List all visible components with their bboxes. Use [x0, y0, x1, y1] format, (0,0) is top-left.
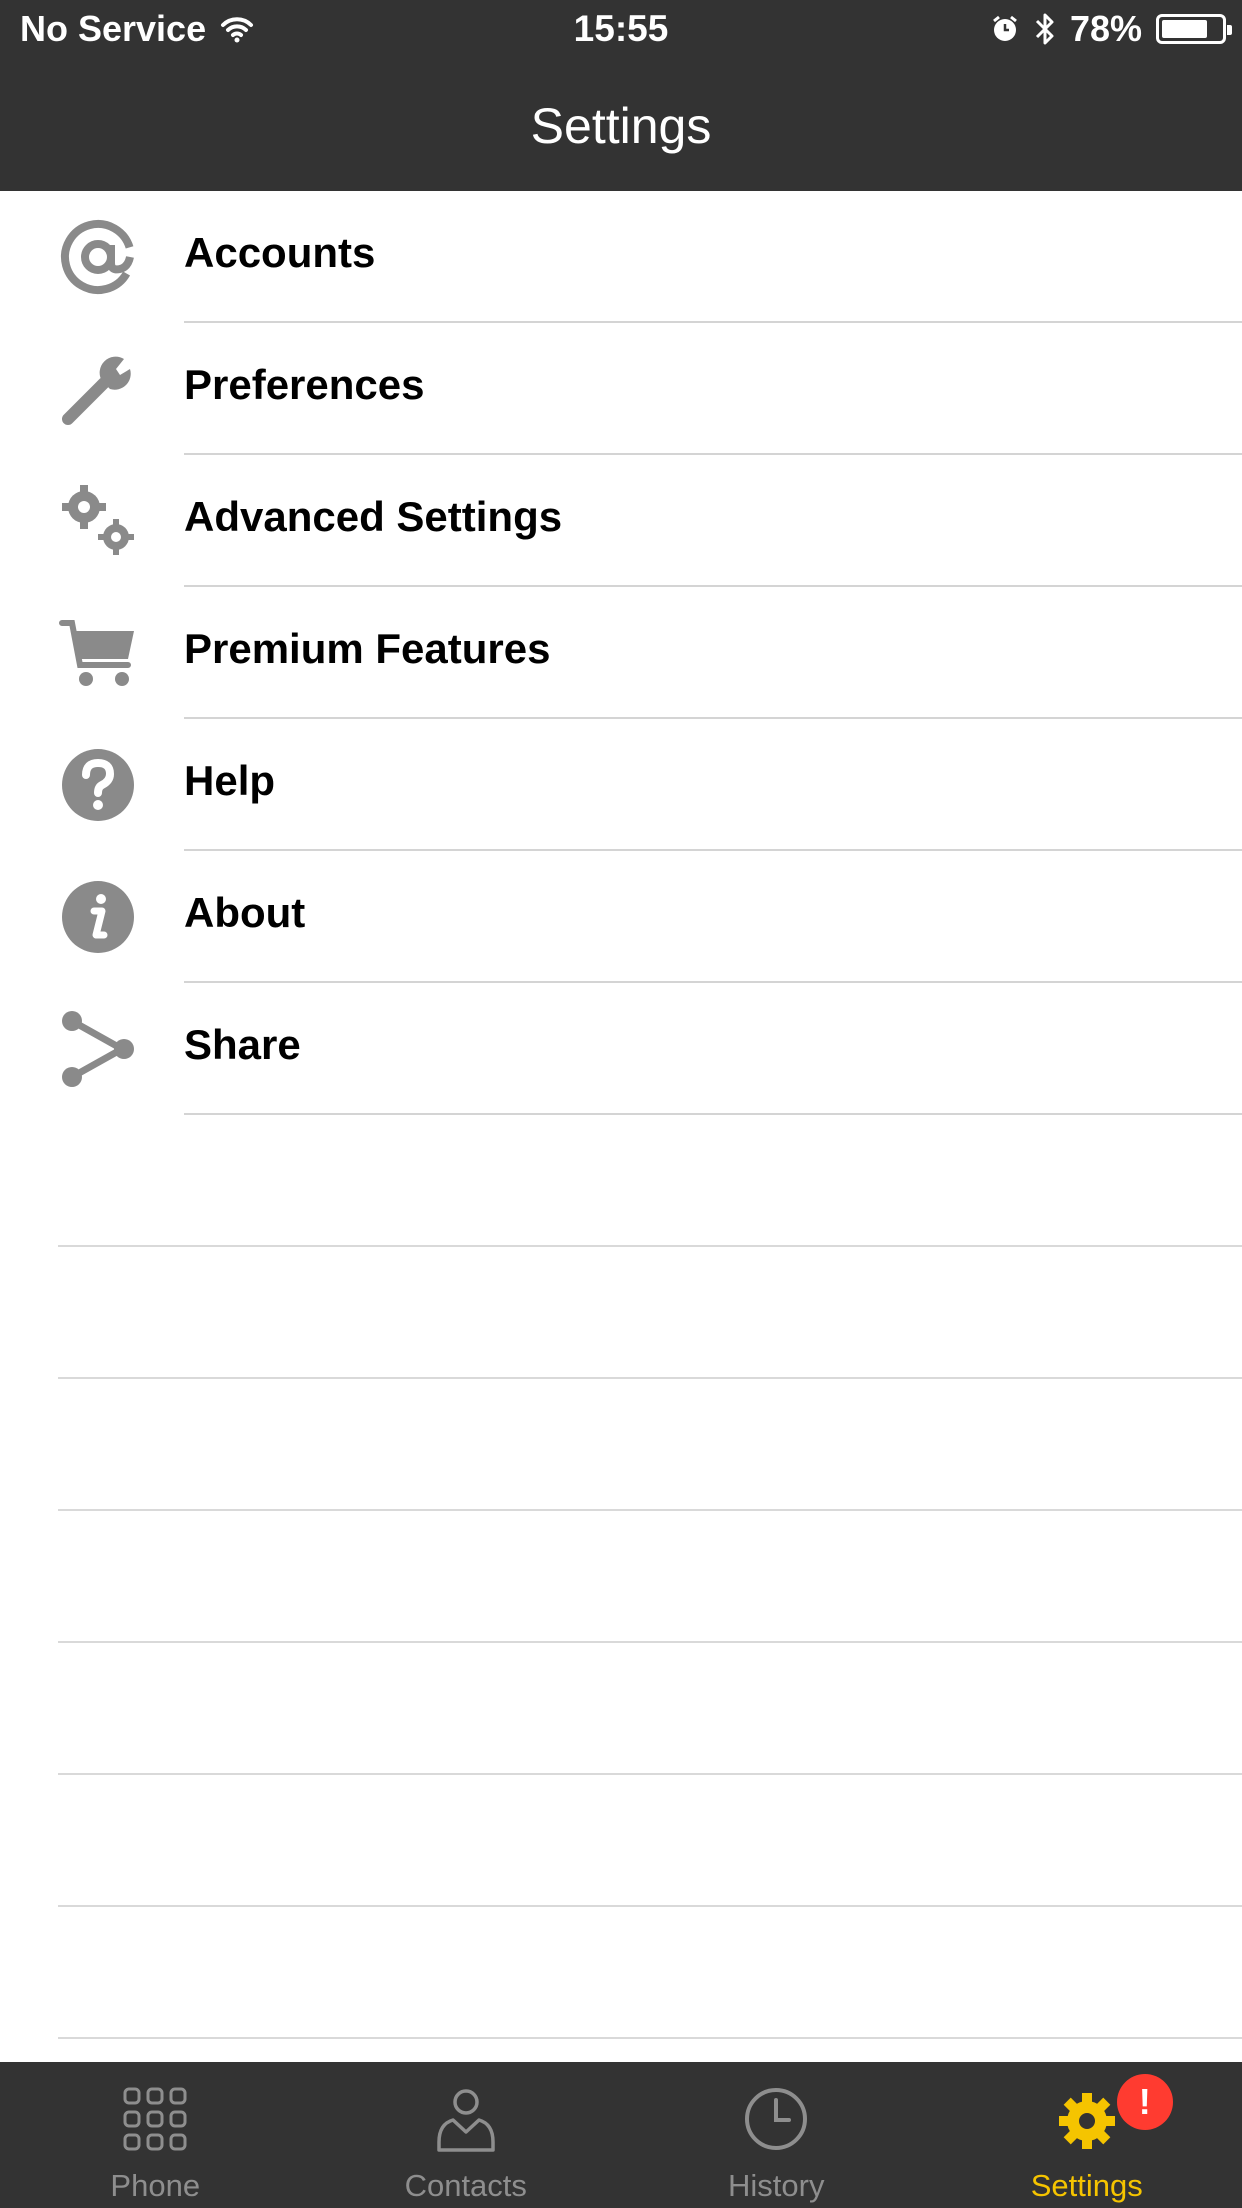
settings-screen: No Service 15:55 78% Settings Accounts P…: [0, 0, 1242, 2208]
cart-icon: [59, 620, 134, 686]
empty-row: [0, 1907, 1242, 2039]
gear-icon: [1058, 2093, 1115, 2149]
wrench-icon: [62, 356, 131, 425]
info-icon: [62, 881, 134, 953]
settings-item-about[interactable]: About: [0, 851, 1242, 983]
gears-icon: [62, 485, 134, 555]
battery-fill: [1162, 20, 1207, 38]
settings-item-share[interactable]: Share: [0, 983, 1242, 1115]
tab-phone[interactable]: Phone: [0, 2062, 311, 2208]
bluetooth-icon: [1035, 13, 1054, 45]
share-icon: [62, 1011, 134, 1087]
settings-item-label: Advanced Settings: [184, 493, 563, 540]
contact-icon: [437, 2089, 495, 2152]
empty-row: [0, 1247, 1242, 1379]
settings-item-premium[interactable]: Premium Features: [0, 587, 1242, 719]
tab-settings[interactable]: ! Settings: [932, 2062, 1242, 2208]
settings-item-label: Preferences: [184, 361, 425, 408]
empty-row: [0, 1643, 1242, 1775]
settings-list: Accounts Preferences Advanced Settings P…: [0, 191, 1242, 1115]
page-title: Settings: [530, 98, 712, 154]
settings-item-preferences[interactable]: Preferences: [0, 323, 1242, 455]
tab-label: Settings: [1030, 2168, 1143, 2203]
empty-row: [0, 1379, 1242, 1511]
battery-percent: 78%: [1069, 8, 1142, 49]
tab-contacts[interactable]: Contacts: [311, 2062, 622, 2208]
settings-item-label: About: [184, 889, 306, 936]
empty-row: [0, 1775, 1242, 1907]
settings-item-label: Premium Features: [184, 625, 551, 672]
status-bar: No Service 15:55 78%: [0, 0, 1242, 62]
alarm-icon: [993, 15, 1017, 41]
row-divider: [58, 2037, 1242, 2039]
notification-badge: !: [1116, 2074, 1173, 2130]
tab-label: Phone: [110, 2168, 201, 2203]
keypad-icon: [123, 2087, 187, 2151]
tab-bar: Phone Contacts History ! Settings: [0, 2062, 1242, 2208]
battery-icon: [1156, 14, 1232, 44]
clock-icon: [745, 2088, 808, 2150]
tab-label: Contacts: [404, 2168, 527, 2203]
empty-row: [0, 1511, 1242, 1643]
settings-item-help[interactable]: Help: [0, 719, 1242, 851]
tab-label: History: [728, 2168, 825, 2203]
settings-item-label: Share: [184, 1021, 301, 1068]
settings-item-accounts[interactable]: Accounts: [0, 191, 1242, 323]
tab-history[interactable]: History: [621, 2062, 932, 2208]
settings-item-advanced[interactable]: Advanced Settings: [0, 455, 1242, 587]
help-icon: [62, 749, 134, 821]
settings-item-label: Accounts: [184, 229, 376, 276]
settings-item-label: Help: [184, 757, 276, 804]
empty-row: [0, 1115, 1242, 1247]
status-right-group: 78%: [990, 8, 1232, 50]
at-icon: [61, 220, 135, 294]
top-bar: No Service 15:55 78% Settings: [0, 0, 1242, 191]
